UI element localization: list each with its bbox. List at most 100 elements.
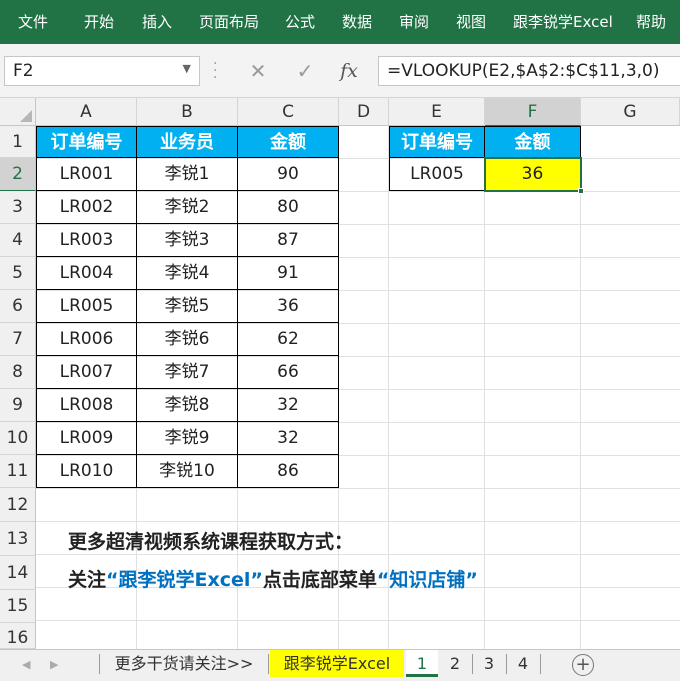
select-all-triangle-icon [20, 110, 32, 122]
ribbon-tab-formulas[interactable]: 公式 [285, 0, 315, 44]
column-header-a[interactable]: A [36, 98, 137, 126]
table-cell[interactable]: 32 [238, 389, 339, 422]
table1-header-amount[interactable]: 金额 [238, 126, 339, 158]
column-header-b[interactable]: B [137, 98, 238, 126]
table-cell[interactable]: 91 [238, 257, 339, 290]
scroll-right-icon[interactable]: ▶ [50, 658, 58, 671]
table-cell[interactable]: 36 [238, 290, 339, 323]
note-line-1[interactable]: 更多超清视频系统课程获取方式： [68, 527, 353, 554]
ribbon-tab-data[interactable]: 数据 [342, 0, 372, 44]
insert-function-icon[interactable]: fx [331, 56, 367, 86]
row-header-15[interactable]: 15 [0, 590, 36, 623]
table-cell[interactable]: LR001 [36, 158, 137, 191]
row-header-10[interactable]: 10 [0, 422, 36, 455]
table-cell[interactable]: LR007 [36, 356, 137, 389]
column-header-c[interactable]: C [238, 98, 339, 126]
table-cell[interactable]: LR006 [36, 323, 137, 356]
add-sheet-icon[interactable]: + [572, 654, 594, 676]
column-header-g[interactable]: G [581, 98, 680, 126]
table-cell[interactable]: 32 [238, 422, 339, 455]
column-header-d[interactable]: D [339, 98, 389, 126]
table-cell[interactable]: 87 [238, 224, 339, 257]
row-header-5[interactable]: 5 [0, 257, 36, 290]
table1-header-order-id[interactable]: 订单编号 [36, 126, 137, 158]
tab-divider [540, 654, 541, 674]
table-cell[interactable]: 李锐8 [137, 389, 238, 422]
note-highlight: “知识店铺” [376, 569, 478, 591]
column-header-f[interactable]: F [485, 98, 581, 126]
note-line-2[interactable]: 关注“跟李锐学Excel”点击底部菜单“知识店铺” [68, 565, 478, 592]
table2-header-amount[interactable]: 金额 [485, 126, 581, 158]
table2-header-order-id[interactable]: 订单编号 [389, 126, 485, 158]
table-cell[interactable]: 李锐9 [137, 422, 238, 455]
ribbon-tab-page-layout[interactable]: 页面布局 [199, 0, 259, 44]
table-cell[interactable]: LR010 [36, 455, 137, 488]
row-header-12[interactable]: 12 [0, 488, 36, 522]
row-header-2[interactable]: 2 [0, 158, 36, 191]
table-cell[interactable]: 李锐10 [137, 455, 238, 488]
table-cell[interactable]: 李锐1 [137, 158, 238, 191]
table-cell[interactable]: LR004 [36, 257, 137, 290]
table-cell[interactable]: 李锐7 [137, 356, 238, 389]
table-cell[interactable]: LR005 [36, 290, 137, 323]
ribbon-tab-review[interactable]: 审阅 [399, 0, 429, 44]
table-cell[interactable]: LR003 [36, 224, 137, 257]
ribbon-tab-file[interactable]: 文件 [18, 0, 48, 44]
column-header-e[interactable]: E [389, 98, 485, 126]
table-cell[interactable]: 86 [238, 455, 339, 488]
splitter-dots-icon[interactable]: · · · [213, 57, 217, 85]
table-cell[interactable]: 李锐4 [137, 257, 238, 290]
lookup-value-cell[interactable]: LR005 [389, 158, 485, 191]
sheet-tab-follow[interactable]: 更多干货请关注>> [104, 650, 264, 677]
ribbon-tab-bar: 文件 开始 插入 页面布局 公式 数据 审阅 视图 跟李锐学Excel 帮助 [0, 0, 680, 44]
tab-divider [268, 654, 269, 674]
sheet-tab-bar: ◀ ▶ 更多干货请关注>> 跟李锐学Excel 1 2 3 4 + [0, 649, 680, 681]
row-header-1[interactable]: 1 [0, 126, 36, 158]
row-header-14[interactable]: 14 [0, 556, 36, 590]
sheet-tab-excel[interactable]: 跟李锐学Excel [270, 650, 404, 677]
table-cell[interactable]: 66 [238, 356, 339, 389]
table1-header-salesperson[interactable]: 业务员 [137, 126, 238, 158]
ribbon-tab-insert[interactable]: 插入 [142, 0, 172, 44]
ribbon-tab-home[interactable]: 开始 [84, 0, 114, 44]
table-cell[interactable]: 李锐3 [137, 224, 238, 257]
scroll-left-icon[interactable]: ◀ [22, 658, 30, 671]
chevron-down-icon[interactable]: ▼ [183, 62, 191, 75]
select-all-button[interactable] [0, 98, 36, 126]
row-header-9[interactable]: 9 [0, 389, 36, 422]
table-cell[interactable]: 80 [238, 191, 339, 224]
sheet-tab-1[interactable]: 1 [406, 650, 438, 677]
note-text: 点击底部菜单 [262, 569, 377, 591]
table-cell[interactable]: 62 [238, 323, 339, 356]
row-header-3[interactable]: 3 [0, 191, 36, 224]
enter-icon[interactable]: ✓ [287, 56, 323, 86]
note-text: 关注 [68, 569, 107, 591]
table-cell[interactable]: LR002 [36, 191, 137, 224]
cancel-icon[interactable]: ✕ [240, 56, 276, 86]
row-header-11[interactable]: 11 [0, 455, 36, 488]
sheet-tab-4[interactable]: 4 [508, 650, 538, 677]
row-header-8[interactable]: 8 [0, 356, 36, 389]
row-header-7[interactable]: 7 [0, 323, 36, 356]
name-box-value: F2 [13, 61, 34, 81]
formula-input[interactable]: =VLOOKUP(E2,$A$2:$C$11,3,0) [378, 56, 680, 86]
table-cell[interactable]: 李锐5 [137, 290, 238, 323]
row-header-6[interactable]: 6 [0, 290, 36, 323]
table-cell[interactable]: LR009 [36, 422, 137, 455]
ribbon-tab-view[interactable]: 视图 [456, 0, 486, 44]
table-cell[interactable]: 李锐2 [137, 191, 238, 224]
table-cell[interactable]: 李锐6 [137, 323, 238, 356]
tab-divider [99, 654, 100, 674]
row-header-13[interactable]: 13 [0, 522, 36, 556]
row-header-16[interactable]: 16 [0, 623, 36, 649]
row-header-4[interactable]: 4 [0, 224, 36, 257]
ribbon-tab-help[interactable]: 帮助 [636, 0, 666, 44]
sheet-tab-3[interactable]: 3 [474, 650, 504, 677]
table-cell[interactable]: LR008 [36, 389, 137, 422]
table-cell[interactable]: 90 [238, 158, 339, 191]
result-cell[interactable]: 36 [485, 158, 581, 191]
ribbon-tab-custom[interactable]: 跟李锐学Excel [513, 0, 613, 44]
name-box[interactable]: F2 ▼ [4, 56, 200, 86]
sheet-tab-2[interactable]: 2 [440, 650, 470, 677]
formula-bar: F2 ▼ · · · ✕ ✓ fx =VLOOKUP(E2,$A$2:$C$11,3… [0, 44, 680, 98]
